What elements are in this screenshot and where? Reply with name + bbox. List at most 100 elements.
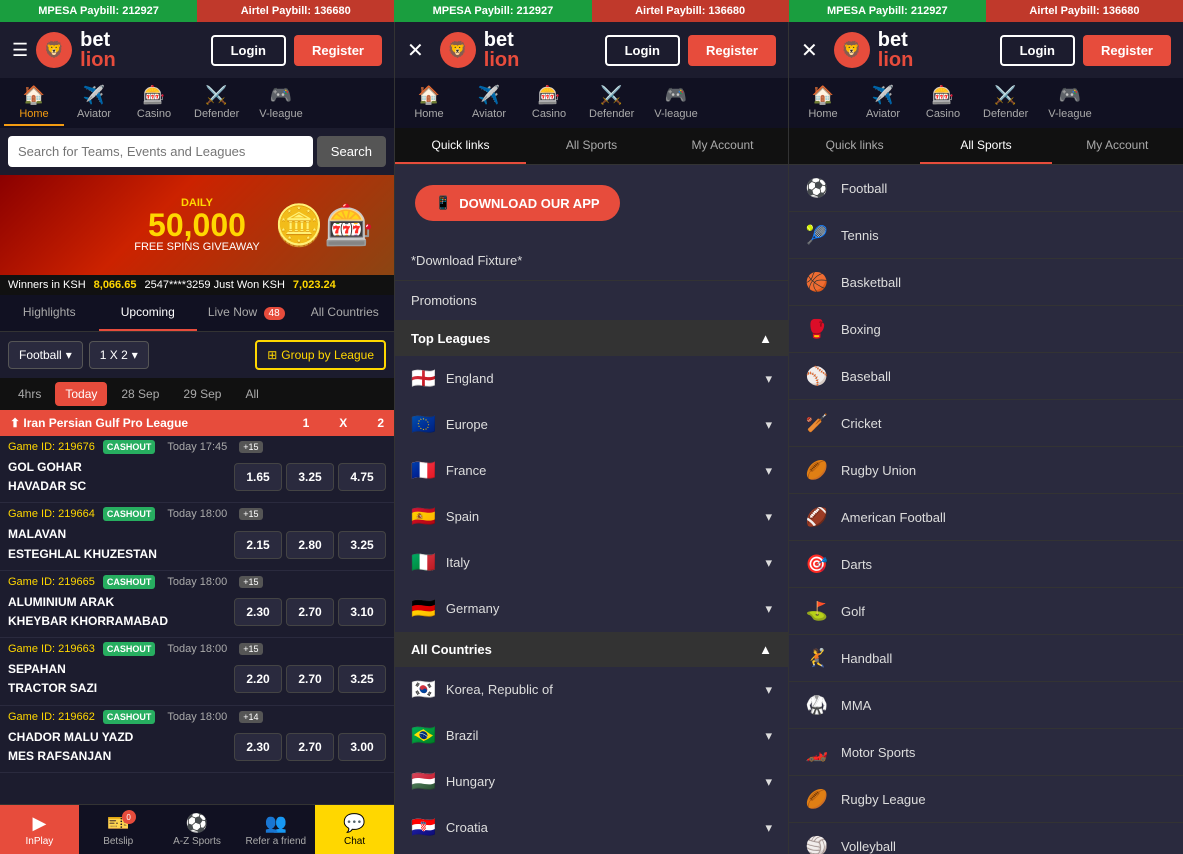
list-item[interactable]: 🇭🇺 Hungary ▾: [395, 759, 788, 805]
nav-aviator[interactable]: ✈️ Aviator: [64, 81, 124, 126]
nav-vleague[interactable]: 🎮 V-league: [249, 81, 312, 126]
list-item[interactable]: 🏉 Rugby Union: [789, 447, 1183, 494]
list-item[interactable]: 🇰🇷 Korea, Republic of ▾: [395, 667, 788, 713]
nav-casino[interactable]: 🎰 Casino: [124, 81, 184, 126]
close-button[interactable]: ✕: [407, 38, 424, 63]
date-4hrs[interactable]: 4hrs: [8, 382, 51, 406]
list-item[interactable]: 🏎️ Motor Sports: [789, 729, 1183, 776]
list-item[interactable]: 🇩🇪 Germany ▾: [395, 586, 788, 632]
cashout-badge[interactable]: CASHOUT: [103, 575, 156, 589]
date-all[interactable]: All: [235, 382, 268, 406]
sport-filter[interactable]: Football ▾: [8, 341, 83, 369]
nav-aviator-2[interactable]: ✈️ Aviator: [459, 81, 519, 126]
odd-3-button[interactable]: 3.25: [338, 531, 386, 559]
list-item[interactable]: 🏉 Rugby League: [789, 776, 1183, 823]
list-item[interactable]: 🤾 Handball: [789, 635, 1183, 682]
odd-3-button[interactable]: 3.25: [338, 665, 386, 693]
bottom-refer[interactable]: 👥 Refer a friend: [236, 805, 315, 854]
tab-highlights[interactable]: Highlights: [0, 295, 99, 331]
tab-live-now[interactable]: Live Now 48: [197, 295, 296, 331]
nav-aviator-3[interactable]: ✈️ Aviator: [853, 81, 913, 126]
nav-defender-3[interactable]: ⚔️ Defender: [973, 81, 1038, 126]
list-item[interactable]: 🥋 MMA: [789, 682, 1183, 729]
list-item[interactable]: 🇮🇹 Italy ▾: [395, 540, 788, 586]
more-badge[interactable]: +15: [239, 508, 262, 520]
bottom-azsports[interactable]: ⚽ A-Z Sports: [158, 805, 237, 854]
bottom-chat[interactable]: 💬 Chat: [315, 805, 394, 854]
date-today[interactable]: Today: [55, 382, 107, 406]
odd-1-button[interactable]: 2.30: [234, 598, 282, 626]
list-item[interactable]: 🎾 Tennis: [789, 212, 1183, 259]
cashout-badge[interactable]: CASHOUT: [103, 440, 156, 454]
list-item[interactable]: 🇧🇷 Brazil ▾: [395, 713, 788, 759]
list-item[interactable]: 🏐 Volleyball: [789, 823, 1183, 854]
close-button-3[interactable]: ✕: [801, 38, 818, 63]
odd-3-button[interactable]: 3.10: [338, 598, 386, 626]
hamburger-menu[interactable]: ☰: [12, 40, 28, 61]
odd-1-button[interactable]: 2.20: [234, 665, 282, 693]
nav-home-3[interactable]: 🏠 Home: [793, 81, 853, 126]
list-item[interactable]: ⚾ Baseball: [789, 353, 1183, 400]
nav-vleague-2[interactable]: 🎮 V-league: [644, 81, 707, 126]
search-button[interactable]: Search: [317, 136, 386, 167]
odd-2-button[interactable]: 3.25: [286, 463, 334, 491]
all-countries-header[interactable]: All Countries ▲: [395, 632, 788, 667]
more-badge[interactable]: +15: [239, 643, 262, 655]
login-button-3[interactable]: Login: [1000, 35, 1075, 66]
quick-link-fixture[interactable]: *Download Fixture*: [395, 241, 788, 281]
list-item[interactable]: 🥊 Boxing: [789, 306, 1183, 353]
cashout-badge[interactable]: CASHOUT: [103, 642, 156, 656]
bottom-inplay[interactable]: ▶ InPlay: [0, 805, 79, 854]
odd-2-button[interactable]: 2.70: [286, 733, 334, 761]
tab-my-account-3[interactable]: My Account: [1052, 128, 1183, 164]
list-item[interactable]: 🇫🇷 France ▾: [395, 448, 788, 494]
nav-defender-2[interactable]: ⚔️ Defender: [579, 81, 644, 126]
top-leagues-header[interactable]: Top Leagues ▲: [395, 321, 788, 356]
tab-upcoming[interactable]: Upcoming: [99, 295, 198, 331]
market-filter[interactable]: 1 X 2 ▾: [89, 341, 149, 369]
odd-1-button[interactable]: 2.30: [234, 733, 282, 761]
download-app-button[interactable]: 📱 DOWNLOAD OUR APP: [415, 185, 620, 221]
odd-2-button[interactable]: 2.70: [286, 665, 334, 693]
more-badge[interactable]: +15: [239, 441, 262, 453]
nav-vleague-3[interactable]: 🎮 V-league: [1038, 81, 1101, 126]
nav-home[interactable]: 🏠 Home: [4, 81, 64, 126]
more-badge[interactable]: +15: [239, 576, 262, 588]
tab-all-countries[interactable]: All Countries: [296, 295, 395, 331]
cashout-badge[interactable]: CASHOUT: [103, 710, 156, 724]
odd-3-button[interactable]: 4.75: [338, 463, 386, 491]
odd-2-button[interactable]: 2.70: [286, 598, 334, 626]
tab-my-account-2[interactable]: My Account: [657, 128, 788, 164]
odd-3-button[interactable]: 3.00: [338, 733, 386, 761]
list-item[interactable]: 🇪🇸 Spain ▾: [395, 494, 788, 540]
tab-all-sports-3[interactable]: All Sports: [920, 128, 1051, 164]
odd-1-button[interactable]: 1.65: [234, 463, 282, 491]
nav-home-2[interactable]: 🏠 Home: [399, 81, 459, 126]
list-item[interactable]: ⚽ Football: [789, 165, 1183, 212]
tab-all-sports-2[interactable]: All Sports: [526, 128, 657, 164]
register-button-3[interactable]: Register: [1083, 35, 1171, 66]
group-by-league-button[interactable]: ⊞ Group by League: [255, 340, 386, 370]
list-item[interactable]: ⛳ Golf: [789, 588, 1183, 635]
register-button[interactable]: Register: [294, 35, 382, 66]
odd-1-button[interactable]: 2.15: [234, 531, 282, 559]
search-input[interactable]: [8, 136, 313, 167]
login-button[interactable]: Login: [211, 35, 286, 66]
tab-quick-links-3[interactable]: Quick links: [789, 128, 920, 164]
cashout-badge[interactable]: CASHOUT: [103, 507, 156, 521]
list-item[interactable]: 🇪🇺 Europe ▾: [395, 402, 788, 448]
odd-2-button[interactable]: 2.80: [286, 531, 334, 559]
nav-casino-3[interactable]: 🎰 Casino: [913, 81, 973, 126]
list-item[interactable]: 🇭🇷 Croatia ▾: [395, 805, 788, 851]
date-29sep[interactable]: 29 Sep: [173, 382, 231, 406]
list-item[interactable]: 🎯 Darts: [789, 541, 1183, 588]
list-item[interactable]: 🏴󠁧󠁢󠁥󠁮󠁧󠁿 England ▾: [395, 356, 788, 402]
list-item[interactable]: 🏈 American Football: [789, 494, 1183, 541]
nav-casino-2[interactable]: 🎰 Casino: [519, 81, 579, 126]
date-28sep[interactable]: 28 Sep: [111, 382, 169, 406]
list-item[interactable]: 🏀 Basketball: [789, 259, 1183, 306]
register-button-2[interactable]: Register: [688, 35, 776, 66]
more-badge[interactable]: +14: [239, 711, 262, 723]
login-button-2[interactable]: Login: [605, 35, 680, 66]
quick-link-promotions[interactable]: Promotions: [395, 281, 788, 321]
